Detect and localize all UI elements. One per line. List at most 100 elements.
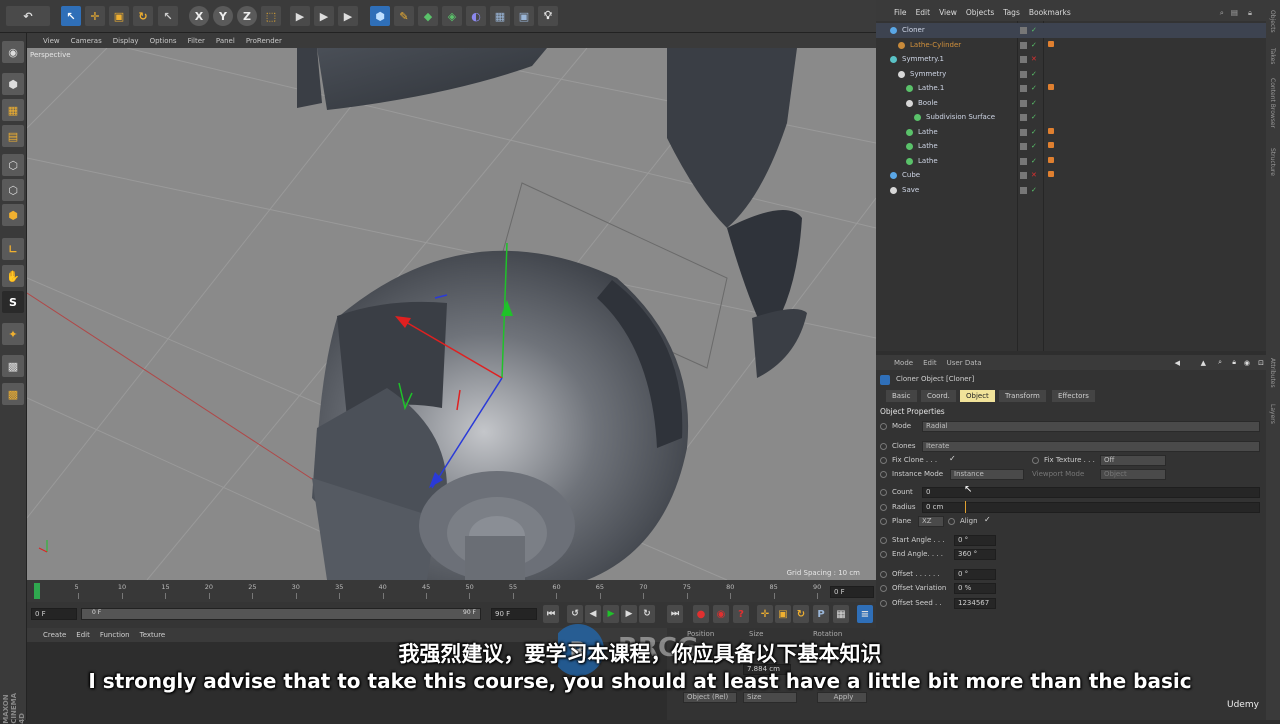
pen-spline-icon[interactable]: ✎ xyxy=(394,6,414,26)
enable-check-icon[interactable]: ✓ xyxy=(1031,23,1037,38)
dock-tab-objects[interactable]: Objects xyxy=(1269,10,1276,33)
obj-menu-file[interactable]: File xyxy=(894,8,907,17)
viewport-menu-options[interactable]: Options xyxy=(150,37,177,45)
coord-apply-button[interactable]: Apply xyxy=(817,692,867,703)
plane-anim-icon[interactable] xyxy=(880,517,887,525)
viewport-menu-panel[interactable]: Panel xyxy=(216,37,235,45)
enable-check-icon[interactable]: ✓ xyxy=(1031,96,1037,111)
end-angle-field[interactable]: 360 ° xyxy=(954,549,996,560)
timeline-playhead[interactable] xyxy=(34,583,40,599)
attr-expand-icon[interactable]: ⊡ xyxy=(1258,359,1264,367)
object-row[interactable]: Lathe.1 ✓ xyxy=(876,81,1266,96)
object-row[interactable]: Lathe-Cylinder ✓ xyxy=(876,38,1266,53)
enable-check-icon[interactable]: ✓ xyxy=(1031,67,1037,82)
visibility-toggle-icon[interactable] xyxy=(1020,128,1027,136)
key-scale-icon[interactable]: ▣ xyxy=(775,605,791,623)
x-axis-lock-icon[interactable]: X xyxy=(189,6,209,26)
model-mode-icon[interactable]: ⬢ xyxy=(2,73,24,95)
offset-seed-anim-icon[interactable] xyxy=(880,599,887,607)
attr-up-icon[interactable]: ▲ xyxy=(1201,359,1206,367)
locked-workplane-icon[interactable]: ▩ xyxy=(2,355,24,377)
edges-mode-icon[interactable]: ⬡ xyxy=(2,179,24,201)
mode-dropdown[interactable]: Radial xyxy=(922,421,1260,432)
object-row[interactable]: Symmetry.1 ✕ xyxy=(876,52,1266,67)
end-angle-anim-icon[interactable] xyxy=(880,550,887,558)
z-axis-lock-icon[interactable]: Z xyxy=(237,6,257,26)
enable-check-icon[interactable]: ✓ xyxy=(1031,38,1037,53)
key-position-icon[interactable]: ✛ xyxy=(757,605,773,623)
attr-menu-userdata[interactable]: User Data xyxy=(947,359,982,367)
object-tag-icon[interactable] xyxy=(1048,40,1054,47)
attr-back-icon[interactable]: ◀ xyxy=(1175,359,1180,367)
end-frame-field[interactable]: 90 F xyxy=(491,608,537,620)
offset-anim-icon[interactable] xyxy=(880,570,887,578)
object-row[interactable]: Lathe ✓ xyxy=(876,139,1266,154)
dock-tab-takes[interactable]: Takes xyxy=(1269,48,1276,64)
enable-check-icon[interactable]: ✓ xyxy=(1031,183,1037,198)
visibility-toggle-icon[interactable] xyxy=(1020,85,1027,92)
visibility-toggle-icon[interactable] xyxy=(1020,143,1027,150)
mode-anim-icon[interactable] xyxy=(880,422,887,430)
object-row[interactable]: Cloner ✓ xyxy=(876,23,1266,38)
tab-basic[interactable]: Basic xyxy=(886,390,917,402)
offset-variation-anim-icon[interactable] xyxy=(880,584,887,592)
offset-seed-field[interactable]: 1234567 xyxy=(954,598,996,609)
tab-coord[interactable]: Coord. xyxy=(921,390,956,402)
object-list[interactable]: Cloner ✓ Lathe-Cylinder ✓ Symmetry.1 ✕ Symmetr… xyxy=(876,21,1266,351)
undo-icon[interactable]: ↶ xyxy=(6,6,50,26)
visibility-toggle-icon[interactable] xyxy=(1020,157,1027,165)
count-anim-icon[interactable] xyxy=(880,488,887,496)
key-pla-icon[interactable]: ▦ xyxy=(833,605,849,623)
object-tag-icon[interactable] xyxy=(1048,171,1054,177)
enable-check-icon[interactable]: ✓ xyxy=(1031,81,1037,96)
dock-tab-layers[interactable]: Layers xyxy=(1269,404,1276,424)
radius-slider-marker[interactable] xyxy=(965,501,966,513)
enable-check-icon[interactable]: ✕ xyxy=(1031,52,1037,67)
visibility-toggle-icon[interactable] xyxy=(1020,114,1027,121)
offset-field[interactable]: 0 ° xyxy=(954,569,996,580)
texture-mode-icon[interactable]: ▦ xyxy=(2,99,24,121)
points-mode-icon[interactable]: ⬡ xyxy=(2,154,24,176)
start-angle-field[interactable]: 0 ° xyxy=(954,535,996,546)
deformer-icon[interactable]: ◐ xyxy=(466,6,486,26)
select-tool-icon[interactable]: ↖ xyxy=(61,6,81,26)
recent-tool-icon[interactable]: ↖ xyxy=(158,6,178,26)
light-icon[interactable]: 💡︎ xyxy=(538,6,558,26)
object-row[interactable]: Symmetry ✓ xyxy=(876,67,1266,82)
dock-tab-structure[interactable]: Structure xyxy=(1269,148,1276,176)
object-row[interactable]: Lathe ✓ xyxy=(876,125,1266,140)
offset-variation-field[interactable]: 0 % xyxy=(954,583,996,594)
viewport-menu-view[interactable]: View xyxy=(43,37,60,45)
paint-icon[interactable]: ✦ xyxy=(2,323,24,345)
attr-lock-icon[interactable]: 🔒︎ xyxy=(1232,358,1236,367)
tab-effectors[interactable]: Effectors xyxy=(1052,390,1095,402)
viewport-menu-cameras[interactable]: Cameras xyxy=(71,37,102,45)
timeline-ruler[interactable]: 051015202530354045505560657075808590 0 F xyxy=(27,580,876,602)
visibility-toggle-icon[interactable] xyxy=(1020,172,1027,179)
radius-anim-icon[interactable] xyxy=(880,503,887,511)
visibility-toggle-icon[interactable] xyxy=(1020,70,1027,78)
fix-texture-dropdown[interactable]: Off xyxy=(1100,455,1166,466)
array-generator-icon[interactable]: ◈ xyxy=(442,6,462,26)
key-param-icon[interactable]: P xyxy=(813,605,829,623)
visibility-toggle-icon[interactable] xyxy=(1020,41,1027,49)
object-tag-icon[interactable] xyxy=(1048,142,1054,148)
instance-mode-anim-icon[interactable] xyxy=(880,470,887,478)
goto-start-icon[interactable]: ⏮ xyxy=(543,605,559,623)
make-editable-icon[interactable]: ◉ xyxy=(2,41,24,63)
clones-dropdown[interactable]: Iterate xyxy=(922,441,1260,452)
obj-lock-icon[interactable]: 🔒︎ xyxy=(1248,8,1252,18)
object-row[interactable]: Subdivision Surface ✓ xyxy=(876,110,1266,125)
fix-clone-checkbox[interactable]: ✓ xyxy=(949,454,956,463)
move-tool-icon[interactable]: ✛ xyxy=(85,6,105,26)
obj-menu-view[interactable]: View xyxy=(939,8,957,17)
scale-tool-icon[interactable]: ▣ xyxy=(109,6,129,26)
viewport-menu-prorender[interactable]: ProRender xyxy=(246,37,282,45)
attr-menu-edit[interactable]: Edit xyxy=(923,359,937,367)
object-row[interactable]: Save ✓ xyxy=(876,183,1266,198)
enable-check-icon[interactable]: ✓ xyxy=(1031,110,1037,125)
render-settings-icon[interactable]: ▶ xyxy=(338,6,358,26)
radius-field[interactable]: 0 cm xyxy=(922,502,1260,513)
visibility-toggle-icon[interactable] xyxy=(1020,99,1027,107)
attr-new-icon[interactable]: ◉ xyxy=(1244,359,1250,367)
